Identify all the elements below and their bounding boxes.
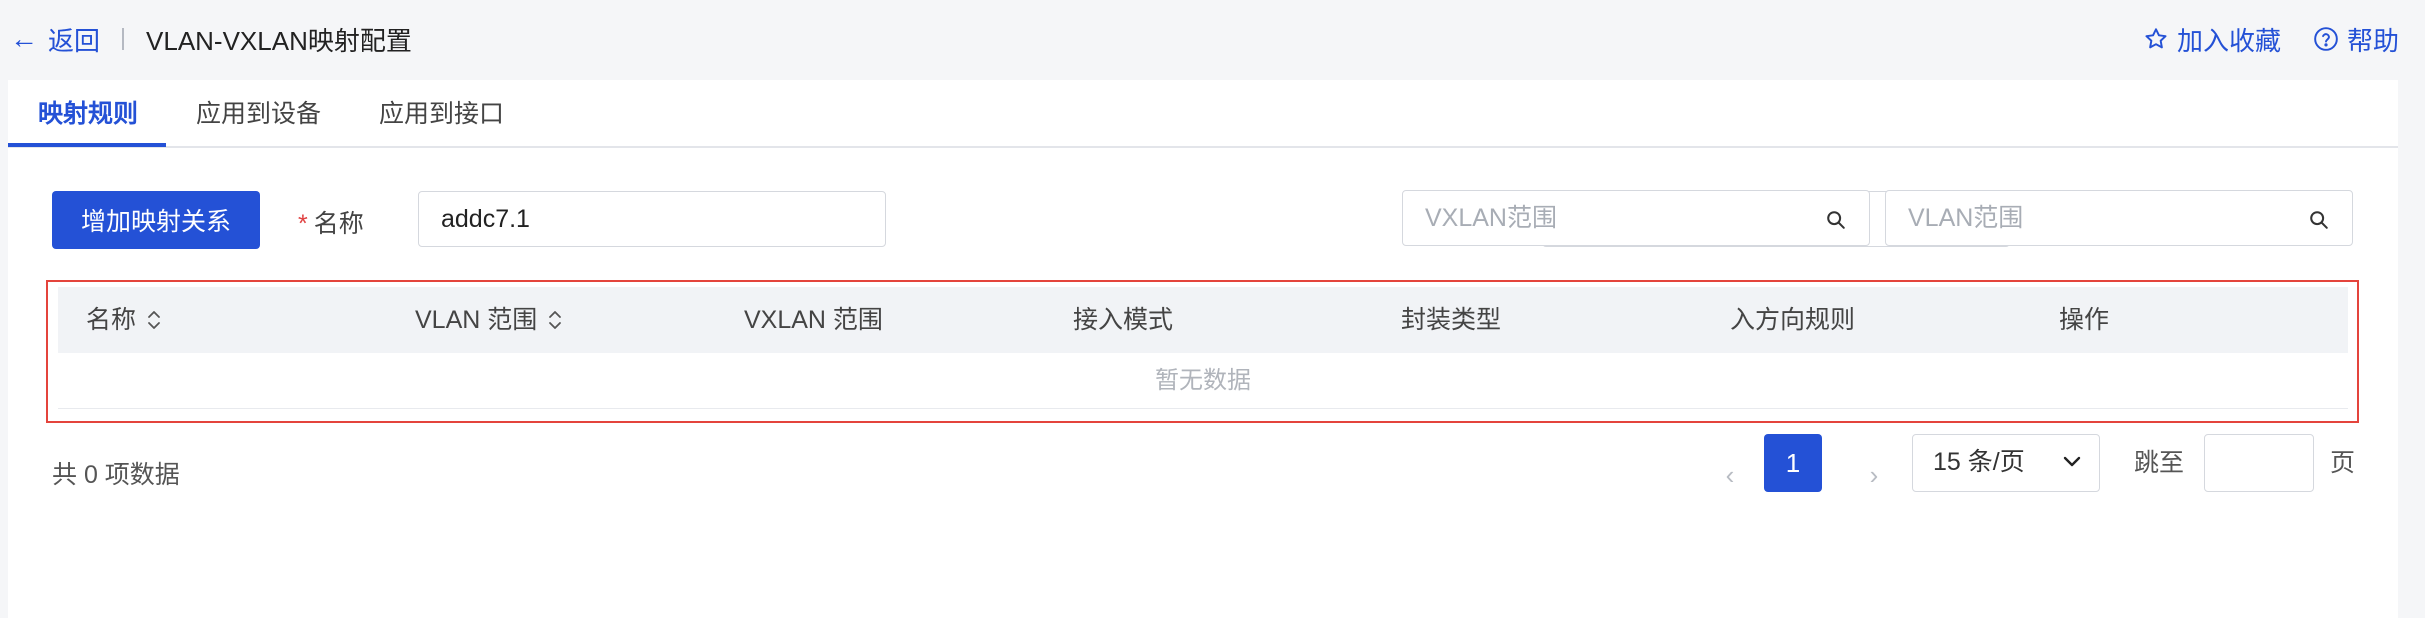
column-header-vxlan-range: VXLAN 范围	[744, 306, 883, 334]
title-divider	[122, 28, 125, 50]
help-circle-icon	[2314, 27, 2338, 51]
column-header-access-mode: 接入模式	[1073, 306, 1174, 334]
prev-page-button[interactable]: ‹	[1710, 446, 1750, 504]
chevron-down-icon	[2063, 456, 2081, 467]
active-tab-indicator	[8, 143, 166, 147]
help-label: 帮助	[2346, 25, 2399, 56]
column-header-actions: 操作	[2059, 306, 2110, 334]
column-header-name[interactable]: 名称	[86, 287, 162, 353]
mapping-table: 名称 VLAN 范围 VXLAN 范围 接入模式 封装类型 入方向规则 操作 暂…	[46, 280, 2359, 423]
page-number-current[interactable]: 1	[1764, 434, 1822, 492]
tab-mapping-rules[interactable]: 映射规则	[38, 80, 138, 148]
column-header-label: VLAN 范围	[415, 306, 538, 334]
column-header-label: 名称	[86, 306, 137, 334]
add-favorite-button[interactable]: 加入收藏	[2143, 21, 2281, 58]
total-count: 共 0 项数据	[52, 461, 180, 489]
arrow-left-icon: ←	[10, 23, 38, 54]
add-mapping-button[interactable]: 增加映射关系	[52, 191, 260, 249]
main-card: 映射规则 应用到设备 应用到接口 *名称 描述 增加映射关系 名称	[8, 80, 2398, 618]
vxlan-range-search-input[interactable]	[1403, 191, 1869, 245]
column-header-encapsulation-type: 封装类型	[1401, 306, 1502, 334]
back-label: 返回	[48, 25, 101, 56]
vxlan-range-search[interactable]	[1402, 190, 1870, 246]
name-input[interactable]	[418, 191, 886, 247]
sort-icon[interactable]	[547, 308, 563, 332]
jump-to-page-input[interactable]	[2204, 434, 2314, 492]
star-icon	[2145, 28, 2167, 49]
page-size-select[interactable]: 15 条/页	[1912, 434, 2100, 492]
page-size-label: 15 条/页	[1933, 448, 2025, 476]
name-label-text: 名称	[313, 210, 364, 238]
search-icon[interactable]	[2308, 209, 2330, 231]
empty-state-text: 暂无数据	[1155, 367, 1251, 394]
page-title: VLAN-VXLAN映射配置	[146, 25, 412, 56]
column-header-vlan-range[interactable]: VLAN 范围	[415, 287, 563, 353]
table-header: 名称 VLAN 范围 VXLAN 范围 接入模式 封装类型 入方向规则 操作	[58, 287, 2348, 353]
top-actions: 加入收藏 帮助	[2143, 0, 2399, 78]
top-bar: ← 返回 VLAN-VXLAN映射配置	[0, 0, 2425, 78]
name-field-label: * 名称	[298, 204, 364, 240]
sort-icon[interactable]	[146, 308, 162, 332]
vlan-range-search[interactable]	[1885, 190, 2353, 246]
search-icon[interactable]	[1825, 209, 1847, 231]
help-button[interactable]: 帮助	[2313, 21, 2399, 58]
empty-row: 暂无数据	[58, 353, 2348, 409]
tab-apply-to-interface[interactable]: 应用到接口	[379, 80, 504, 148]
page-suffix-label: 页	[2330, 449, 2356, 477]
jump-to-label: 跳至	[2134, 449, 2185, 477]
column-header-inbound-rule: 入方向规则	[1730, 306, 1856, 334]
tab-bar: 映射规则 应用到设备 应用到接口	[8, 80, 2398, 148]
required-mark: *	[298, 210, 308, 238]
tab-apply-to-device[interactable]: 应用到设备	[196, 80, 321, 148]
back-button[interactable]: ← 返回	[10, 21, 100, 58]
next-page-button[interactable]: ›	[1854, 446, 1894, 504]
vlan-range-search-input[interactable]	[1886, 191, 2352, 245]
add-favorite-label: 加入收藏	[2176, 25, 2281, 56]
